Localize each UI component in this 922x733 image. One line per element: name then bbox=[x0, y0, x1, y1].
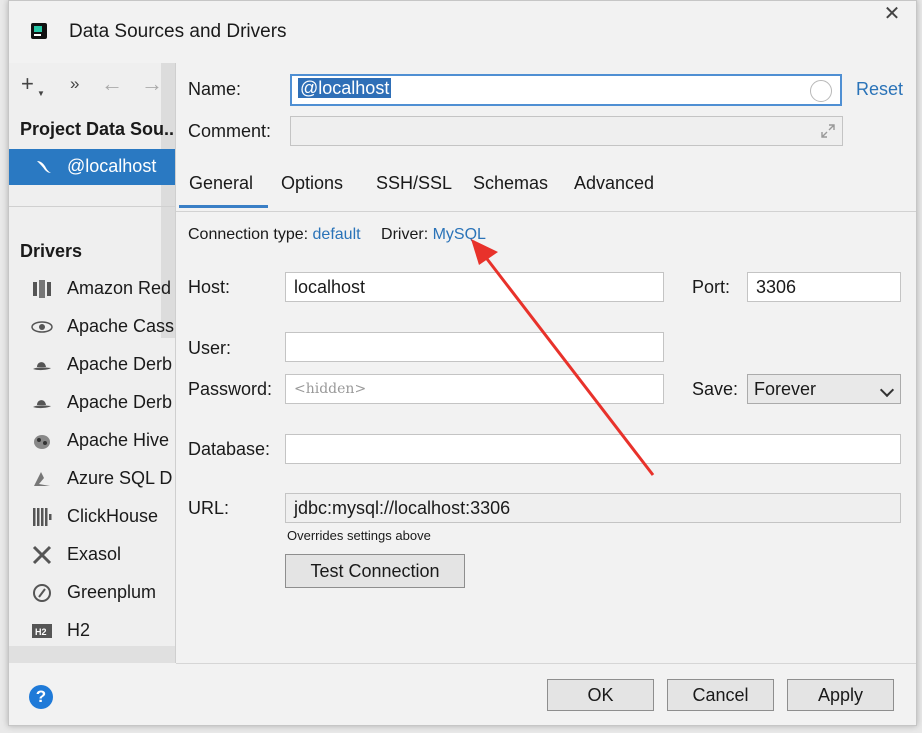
annotation-arrow bbox=[471, 239, 655, 476]
data-sources-dialog: Data Sources and Drivers ✕ + ▼ » ← → Pro… bbox=[8, 0, 917, 726]
ok-button[interactable]: OK bbox=[547, 679, 654, 711]
apply-button[interactable]: Apply bbox=[787, 679, 894, 711]
cancel-button[interactable]: Cancel bbox=[667, 679, 774, 711]
footer-separator bbox=[176, 663, 916, 664]
help-icon[interactable]: ? bbox=[29, 685, 53, 709]
